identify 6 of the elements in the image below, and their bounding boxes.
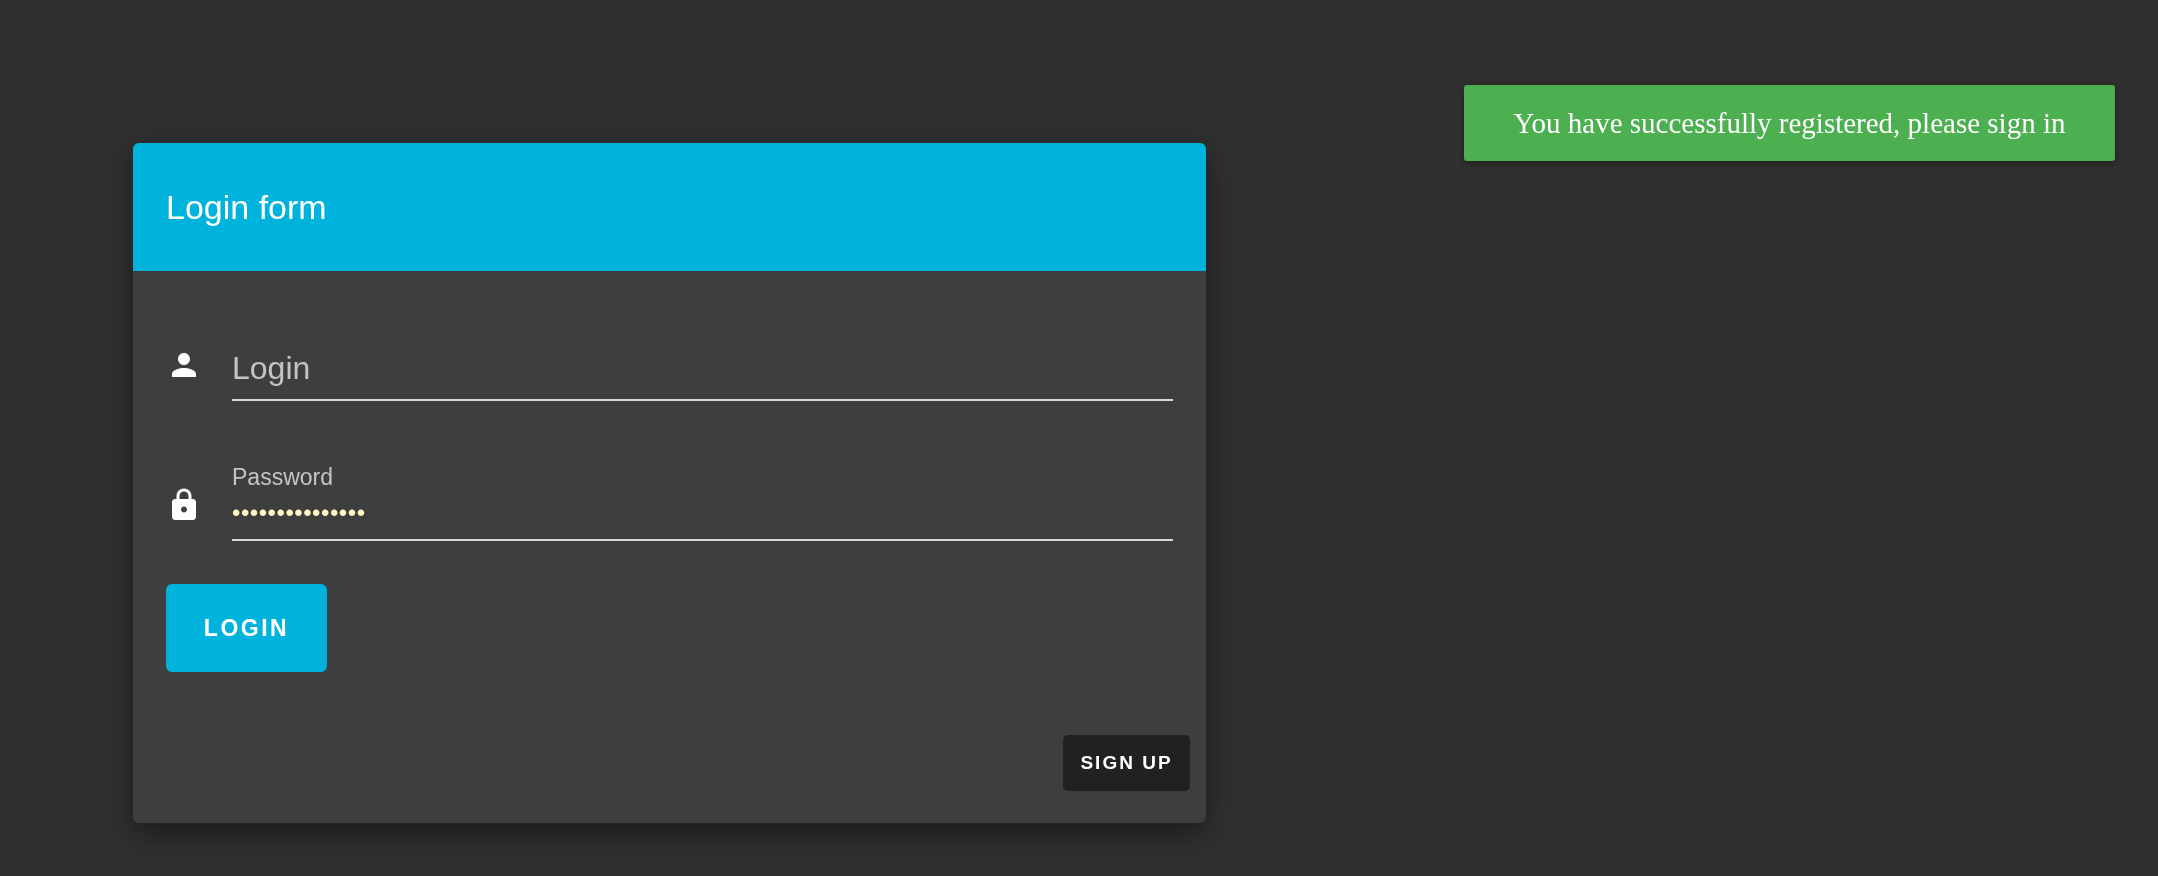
success-notification: You have successfully registered, please sign in <box>1464 85 2115 161</box>
field-label: Password <box>232 464 334 491</box>
password-field[interactable]: ••••••••••••••• <box>232 499 1173 541</box>
form-title: Login form <box>166 187 327 227</box>
login-field[interactable]: Login <box>232 350 1173 401</box>
signup-button[interactable]: SIGN UP <box>1063 735 1190 791</box>
